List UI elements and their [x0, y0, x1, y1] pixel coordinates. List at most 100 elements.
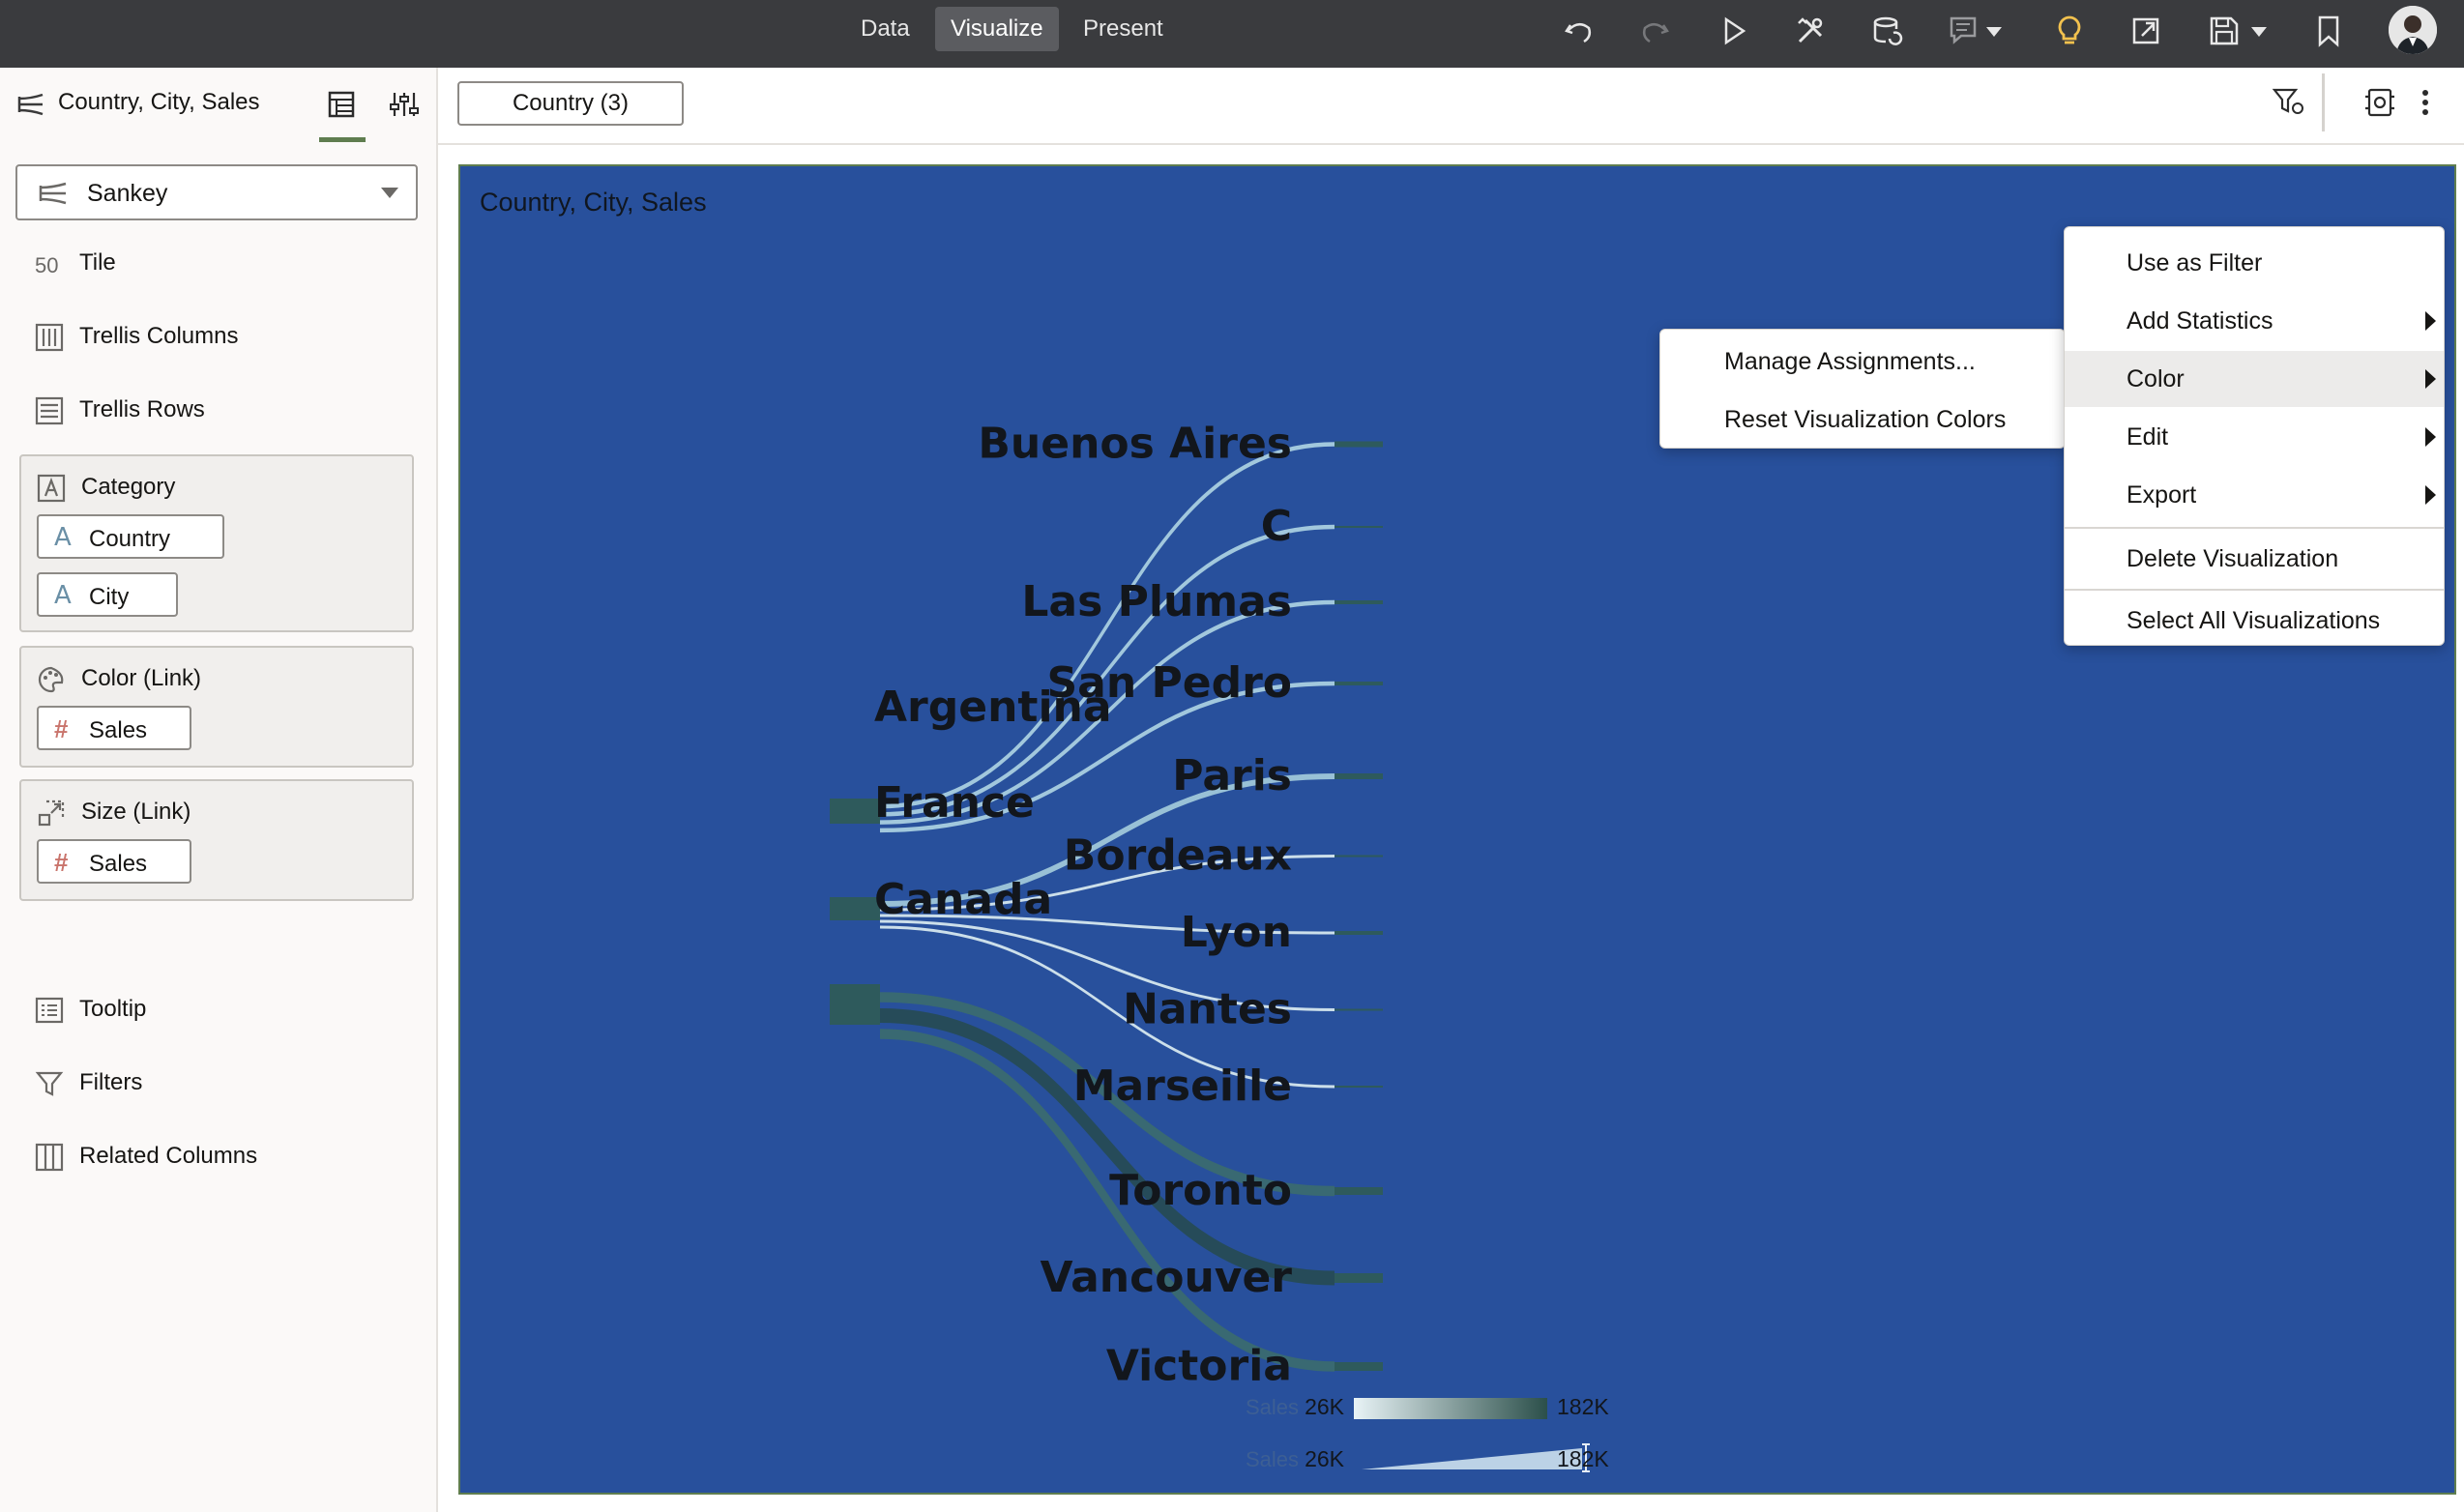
- target-node-c: [1335, 526, 1383, 528]
- grammar-tab-icon[interactable]: [319, 85, 364, 124]
- sales-size-chip[interactable]: # Sales: [37, 839, 191, 884]
- menu-item-label: Select All Visualizations: [2127, 607, 2381, 634]
- sales-color-chip[interactable]: # Sales: [37, 706, 191, 750]
- tab-present[interactable]: Present: [1068, 7, 1179, 51]
- menu-item-export[interactable]: Export: [2065, 467, 2444, 523]
- menu-item-label: Use as Filter: [2127, 249, 2263, 276]
- canvas-settings-icon[interactable]: [2362, 85, 2397, 120]
- size-link-dropzone[interactable]: Size (Link) # Sales: [19, 779, 414, 901]
- attribute-box-icon: [37, 474, 66, 503]
- sankey-icon: [15, 89, 46, 120]
- target-label-lyon: Lyon: [1181, 908, 1292, 957]
- filter-icon: [35, 1069, 64, 1098]
- undo-icon[interactable]: [1559, 12, 1598, 50]
- menu-item-label: Color: [2127, 365, 2185, 393]
- tab-visualize[interactable]: Visualize: [935, 7, 1059, 51]
- redo-icon[interactable]: [1636, 12, 1675, 50]
- more-options-icon[interactable]: [2411, 85, 2440, 120]
- tile-label: Tile: [79, 249, 116, 276]
- visualization-type-select[interactable]: Sankey: [15, 164, 418, 220]
- chip-label: City: [89, 584, 130, 610]
- panel-header: Country, City, Sales: [0, 68, 436, 143]
- city-chip[interactable]: A City: [37, 572, 178, 617]
- save-options-chevron-icon[interactable]: [2247, 12, 2271, 50]
- lightbulb-icon[interactable]: [2050, 12, 2089, 50]
- chevron-down-icon: [381, 188, 398, 198]
- target-label-victoria: Victoria: [1106, 1342, 1292, 1391]
- legend-color-min: 26K: [1305, 1394, 1345, 1419]
- trellis-rows-label: Trellis Rows: [79, 396, 205, 422]
- save-icon[interactable]: [2205, 12, 2244, 50]
- target-label-c: C: [1261, 502, 1292, 551]
- user-avatar[interactable]: [2389, 6, 2437, 54]
- menu-item-color[interactable]: Color: [2065, 351, 2444, 407]
- color-link-label: Color (Link): [81, 665, 202, 691]
- menu-item-reset-colors[interactable]: Reset Visualization Colors: [1660, 392, 2065, 448]
- submenu-arrow-icon: [2425, 427, 2436, 447]
- data-panel: Country, City, Sales Sankey 50 Tile Trel…: [0, 68, 438, 1512]
- category-dropzone[interactable]: Category A Country A City: [19, 454, 414, 632]
- source-label-france: France: [874, 778, 1035, 828]
- context-menu: Use as Filter Add Statistics Color Edit …: [2064, 226, 2445, 646]
- menu-item-delete-visualization[interactable]: Delete Visualization: [2065, 531, 2444, 587]
- toolbar-divider: [2322, 73, 2325, 131]
- related-columns-label: Related Columns: [79, 1143, 258, 1169]
- target-node-marseille: [1335, 1086, 1383, 1088]
- target-node-san-pedro: [1335, 682, 1383, 685]
- legend-color-bar: [1354, 1398, 1547, 1419]
- menu-separator: [2065, 527, 2444, 529]
- target-label-san-pedro: San Pedro: [1046, 658, 1292, 708]
- play-icon[interactable]: [1714, 12, 1752, 50]
- chevron-down-icon[interactable]: [1982, 12, 2006, 50]
- color-submenu: Manage Assignments... Reset Visualizatio…: [1659, 329, 2066, 449]
- bookmark-icon[interactable]: [2309, 12, 2348, 50]
- submenu-arrow-icon: [2425, 485, 2436, 505]
- country-filter-pill[interactable]: Country (3): [457, 81, 684, 126]
- filters-label: Filters: [79, 1069, 143, 1095]
- color-link-dropzone[interactable]: Color (Link) # Sales: [19, 646, 414, 768]
- tile-icon: 50: [35, 253, 59, 277]
- active-tab-indicator: [319, 137, 366, 142]
- size-link-label: Size (Link): [81, 799, 191, 825]
- related-columns-icon: [35, 1143, 64, 1172]
- menu-item-manage-assignments[interactable]: Manage Assignments...: [1660, 334, 2065, 390]
- tooltip-label: Tooltip: [79, 996, 147, 1022]
- source-node-canada: [830, 984, 880, 1025]
- category-label: Category: [81, 474, 176, 500]
- chip-label: Sales: [89, 717, 148, 743]
- filter-bar: Country (3): [438, 68, 2464, 145]
- target-node-lyon: [1335, 931, 1383, 935]
- tools-icon[interactable]: [1791, 12, 1830, 50]
- properties-tab-icon[interactable]: [385, 85, 424, 124]
- sankey-icon: [37, 178, 70, 209]
- add-filter-icon[interactable]: [2272, 85, 2306, 120]
- menu-item-label: Edit: [2127, 423, 2169, 451]
- menu-item-select-all[interactable]: Select All Visualizations: [2065, 593, 2444, 649]
- menu-item-use-as-filter[interactable]: Use as Filter: [2065, 235, 2444, 291]
- top-toolbar: Data Visualize Present: [0, 0, 2464, 68]
- target-node-victoria: [1335, 1362, 1383, 1371]
- source-label-canada: Canada: [874, 875, 1052, 924]
- menu-item-add-statistics[interactable]: Add Statistics: [2065, 293, 2444, 349]
- target-node-nantes: [1335, 1008, 1383, 1011]
- submenu-arrow-icon: [2425, 311, 2436, 331]
- source-node-argentina: [830, 799, 880, 824]
- trellis-columns-label: Trellis Columns: [79, 323, 239, 349]
- target-node-vancouver: [1335, 1273, 1383, 1283]
- data-refresh-icon[interactable]: [1868, 12, 1907, 50]
- menu-separator: [2065, 589, 2444, 591]
- export-icon[interactable]: [2127, 12, 2166, 50]
- target-label-marseille: Marseille: [1073, 1061, 1292, 1111]
- target-label-las-plumas: Las Plumas: [1021, 577, 1292, 626]
- menu-item-edit[interactable]: Edit: [2065, 409, 2444, 465]
- menu-item-label: Add Statistics: [2127, 307, 2273, 334]
- tab-data[interactable]: Data: [845, 7, 925, 51]
- target-label-paris: Paris: [1172, 751, 1292, 800]
- chip-label: Country: [89, 526, 171, 552]
- measure-icon: #: [54, 714, 69, 743]
- country-chip[interactable]: A Country: [37, 514, 224, 559]
- comment-icon[interactable]: [1946, 12, 1984, 50]
- target-node-buenos-aires: [1335, 441, 1383, 448]
- target-label-vancouver: Vancouver: [1040, 1253, 1292, 1302]
- menu-item-label: Export: [2127, 481, 2197, 509]
